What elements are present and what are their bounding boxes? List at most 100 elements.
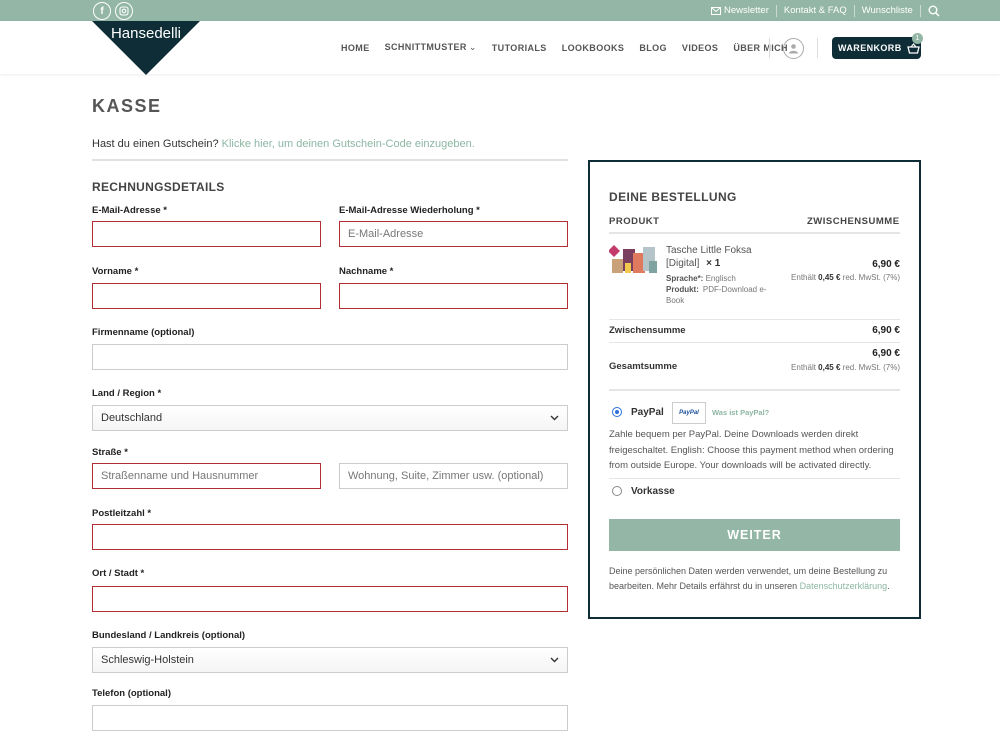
line-tax: Enthält 0,45 € red. MwSt. (7%) [790, 272, 900, 284]
nav-schnittmuster[interactable]: SCHNITTMUSTER ⌄ [385, 42, 477, 53]
lastname-field[interactable] [339, 283, 568, 309]
search-icon[interactable] [928, 5, 940, 17]
divider [919, 4, 921, 17]
account-button[interactable] [783, 38, 804, 59]
company-label: Firmenname (optional) [92, 327, 195, 338]
user-icon [788, 43, 799, 54]
col-product-header: PRODUKT [609, 216, 660, 227]
nav-videos[interactable]: VIDEOS [682, 43, 718, 53]
billing-title: RECHNUNGSDETAILS [92, 180, 225, 194]
paypal-label[interactable]: PayPal [631, 407, 664, 418]
weiter-button[interactable]: WEITER [609, 519, 900, 551]
product-thumbnail [609, 243, 659, 278]
street-label: Straße * [92, 447, 128, 458]
city-field[interactable] [92, 586, 568, 612]
top-links: Newsletter Kontakt & FAQ Wunschliste [711, 0, 940, 21]
wishlist-link[interactable]: Wunschliste [862, 5, 913, 16]
nav-ueber-mich[interactable]: ÜBER MICH [733, 43, 788, 53]
country-label: Land / Region * [92, 388, 162, 399]
tax-prefix: Enthält [791, 273, 816, 282]
paypal-info-link[interactable]: Was ist PayPal? [712, 408, 769, 417]
divider [609, 478, 900, 479]
city-label: Ort / Stadt * [92, 568, 145, 579]
tax-amount: 0,45 € [818, 273, 841, 282]
contact-faq-link[interactable]: Kontakt & FAQ [784, 5, 847, 16]
meta-lang-val: Englisch [705, 274, 736, 283]
email-repeat-label: E-Mail-Adresse Wiederholung * [339, 205, 480, 216]
cart-count-badge: 1 [912, 33, 923, 44]
street2-field[interactable]: Wohnung, Suite, Zimmer usw. (optional) [339, 463, 568, 489]
country-value: Deutschland [101, 412, 163, 424]
street-field[interactable]: Straßenname und Hausnummer [92, 463, 321, 489]
divider [853, 4, 855, 17]
meta-prod-key: Produkt: [666, 285, 699, 294]
firstname-label: Vorname * [92, 266, 139, 277]
company-field[interactable] [92, 344, 568, 370]
meta-language: Sprache*: Englisch [666, 273, 736, 284]
zip-label: Postleitzahl * [92, 508, 152, 519]
paypal-logo-text: PayPal [679, 410, 699, 416]
nav-lookbooks[interactable]: LOOKBOOKS [562, 43, 625, 53]
phone-field[interactable] [92, 705, 568, 731]
total-label: Gesamtsumme [609, 361, 678, 372]
country-select[interactable]: Deutschland [92, 405, 568, 431]
nav-home[interactable]: HOME [341, 43, 370, 53]
subtotal-label: Zwischensumme [609, 325, 686, 336]
main-nav: HOME SCHNITTMUSTER ⌄ TUTORIALS LOOKBOOKS … [341, 21, 803, 74]
nav-schnittmuster-label: SCHNITTMUSTER [384, 42, 467, 52]
total-tax-prefix: Enthält [791, 363, 816, 372]
state-label: Bundesland / Landkreis (optional) [92, 630, 246, 641]
cart-button[interactable]: WARENKORB [832, 37, 921, 59]
top-bar: f Newsletter Kontakt & FAQ Wunschliste [0, 0, 1000, 21]
email-repeat-field[interactable]: E-Mail-Adresse [339, 221, 568, 247]
basket-icon [906, 42, 920, 54]
divider [609, 232, 900, 234]
vorkasse-label[interactable]: Vorkasse [631, 486, 675, 497]
paypal-radio[interactable] [612, 407, 622, 417]
divider [609, 389, 900, 391]
divider [769, 38, 770, 58]
total-tax: Enthält 0,45 € red. MwSt. (7%) [790, 362, 900, 374]
meta-lang-key: Sprache*: [666, 274, 704, 283]
divider [92, 159, 568, 161]
facebook-icon[interactable]: f [93, 2, 111, 20]
vorkasse-radio[interactable] [612, 486, 622, 496]
divider [775, 4, 777, 17]
order-title: DEINE BESTELLUNG [609, 190, 737, 204]
paypal-logo: PayPal [672, 402, 706, 424]
cart-label: WARENKORB [838, 43, 902, 53]
nav-blog[interactable]: BLOG [639, 43, 667, 53]
lastname-label: Nachname * [339, 266, 394, 277]
privacy-policy-link[interactable]: Datenschutzerklärung [800, 581, 888, 591]
product-name: Tasche Little Foksa [Digital] × 1 [666, 244, 786, 270]
firstname-field[interactable] [92, 283, 321, 309]
logo-text: Hansedelli [111, 25, 181, 42]
email-field[interactable] [92, 221, 321, 247]
divider [609, 319, 900, 320]
divider [817, 38, 818, 58]
line-price: 6,90 € [872, 259, 900, 270]
state-select[interactable]: Schleswig-Holstein [92, 647, 568, 673]
total-tax-amount: 0,45 € [818, 363, 841, 372]
divider [609, 342, 900, 343]
phone-label: Telefon (optional) [92, 688, 171, 699]
privacy-end: . [887, 580, 890, 591]
state-value: Schleswig-Holstein [101, 654, 194, 666]
email-label: E-Mail-Adresse * [92, 205, 167, 216]
site-logo[interactable]: Hansedelli [92, 21, 200, 75]
nav-tutorials[interactable]: TUTORIALS [492, 43, 547, 53]
coupon-notice: Hast du einen Gutschein? Klicke hier, um… [92, 138, 475, 150]
main-header: Hansedelli HOME SCHNITTMUSTER ⌄ TUTORIALS… [0, 21, 1000, 75]
chevron-down-icon: ⌄ [468, 42, 477, 52]
coupon-link[interactable]: Klicke hier, um deinen Gutschein-Code ei… [222, 138, 475, 150]
instagram-icon[interactable] [115, 2, 133, 20]
page-title: KASSE [92, 96, 162, 116]
zip-field[interactable] [92, 524, 568, 550]
total-tax-suffix: red. MwSt. (7%) [842, 363, 900, 372]
product-qty: × 1 [706, 258, 721, 269]
tax-suffix: red. MwSt. (7%) [842, 273, 900, 282]
chevron-down-icon [550, 657, 559, 663]
newsletter-link[interactable]: Newsletter [724, 5, 769, 16]
col-subtotal-header: ZWISCHENSUMME [807, 216, 900, 227]
total-value: 6,90 € [872, 348, 900, 359]
